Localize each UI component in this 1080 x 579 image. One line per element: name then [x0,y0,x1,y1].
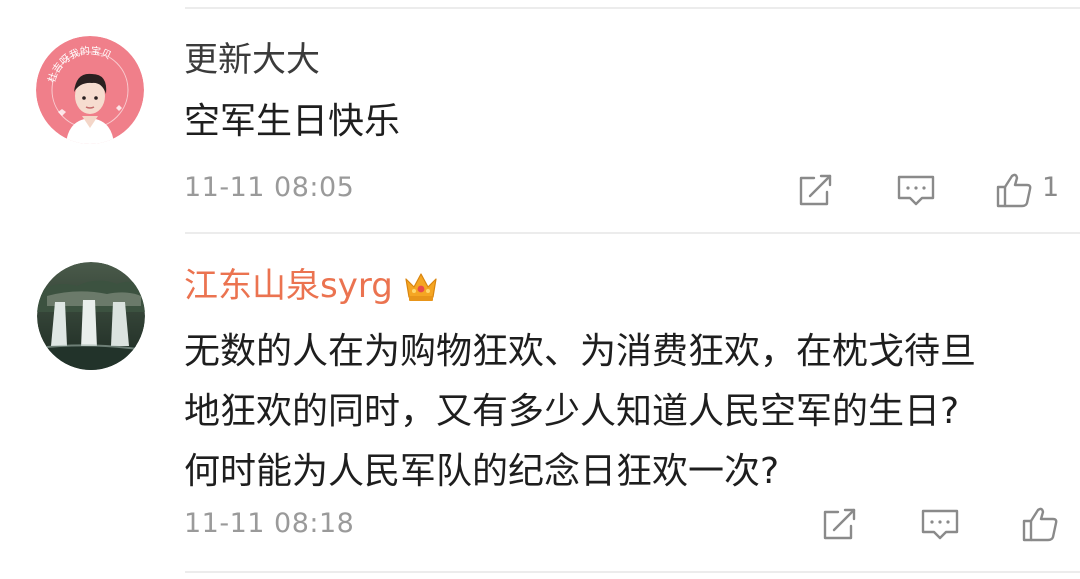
like-icon[interactable] [1020,504,1060,544]
comment-line: 地狂欢的同时，又有多少人知道人民空军的生日? [184,391,960,432]
crown-icon [403,269,439,314]
reply-icon[interactable] [896,170,936,210]
divider [185,571,1080,573]
timestamp: 11-11 08:05 [184,172,355,203]
avatar[interactable]: 杜吉呀我的宝贝 [36,36,144,144]
comment-line: 空军生日快乐 [184,101,401,142]
username[interactable]: 更新大大 [184,38,320,82]
reply-icon[interactable] [920,504,960,544]
like-icon[interactable] [994,170,1034,210]
comment-item: 江东山泉syrg 无数的人在为购物狂欢、为消费狂欢，在枕戈待旦 地狂欢的同时，又… [0,234,1080,571]
comment-text: 无数的人在为购物狂欢、为消费狂欢，在枕戈待旦 地狂欢的同时，又有多少人知道人民空… [184,322,1050,502]
comment-line: 无数的人在为购物狂欢、为消费狂欢，在枕戈待旦 [184,331,977,372]
username-text[interactable]: 江东山泉syrg [184,266,393,306]
action-bar: 1 [780,170,1080,210]
repost-icon[interactable] [820,504,860,544]
avatar[interactable] [37,262,145,370]
action-bar [780,504,1080,544]
comment-line: 何时能为人民军队的纪念日狂欢一次? [184,451,780,492]
timestamp: 11-11 08:18 [184,508,355,539]
like-count: 1 [1042,172,1060,203]
repost-icon[interactable] [796,170,836,210]
comment-item: 杜吉呀我的宝贝 更新大大 空军生日快乐 11-11 08:05 1 [0,0,1080,232]
comment-text: 空军生日快乐 [184,96,1050,148]
username[interactable]: 江东山泉syrg [184,264,439,314]
